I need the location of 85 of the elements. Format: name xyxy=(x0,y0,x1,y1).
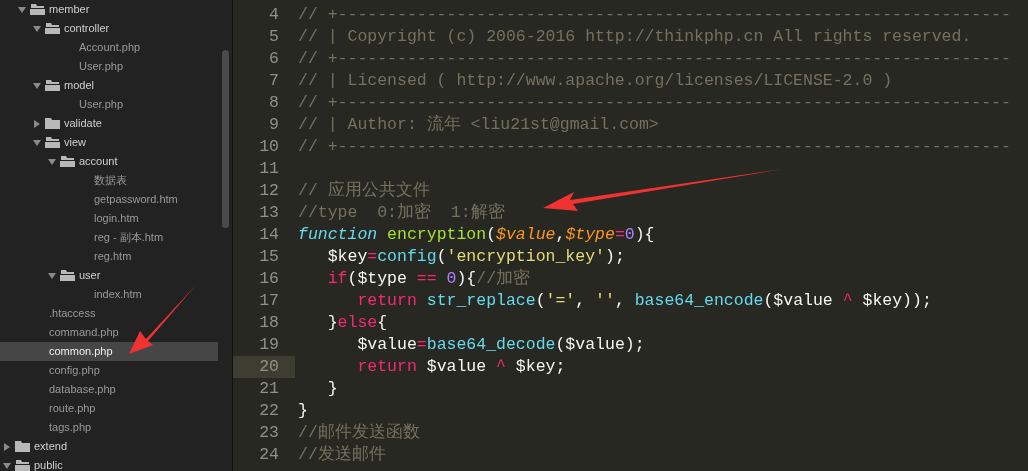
folder-name[interactable]: model xyxy=(64,77,94,94)
line-number: 4 xyxy=(269,3,279,26)
line-number: 13 xyxy=(259,201,279,224)
line-number: 12 xyxy=(259,179,279,202)
file-row[interactable]: login.htm xyxy=(0,209,218,228)
code-line: $value=base64_decode($value); xyxy=(356,333,645,356)
line-number: 10 xyxy=(259,135,279,158)
folder-name[interactable]: account xyxy=(79,153,118,170)
code-line: // +-------------------------------------------------------------------- xyxy=(298,91,1011,114)
file-row[interactable]: reg.htm xyxy=(0,247,218,266)
folder-name[interactable]: user xyxy=(79,267,101,284)
line-number: 5 xyxy=(269,25,279,48)
code-line: //邮件发送函数 xyxy=(298,421,420,444)
line-number: 16 xyxy=(259,267,279,290)
line-number: 14 xyxy=(259,223,279,246)
code-line: return str_replace('=', '', base64_encode($value ^ $key)); xyxy=(356,289,932,312)
file-row[interactable]: tags.php xyxy=(0,418,218,437)
line-number: 7 xyxy=(269,69,279,92)
code-line: // | Copyright (c) 2006-2016 http://thinkphp.cn All rights reserved. xyxy=(298,25,972,48)
open-folder-icon xyxy=(60,156,75,167)
scrollbar-thumb[interactable] xyxy=(222,50,229,228)
expanded-caret-icon[interactable] xyxy=(3,461,11,470)
file-row[interactable]: route.php xyxy=(0,399,218,418)
line-number: 22 xyxy=(259,399,279,422)
code-line: return $value ^ $key; xyxy=(356,355,566,378)
code-line: if($type == 0){//加密 xyxy=(326,267,531,290)
line-number: 24 xyxy=(259,443,279,466)
file-row[interactable]: Account.php xyxy=(0,38,218,57)
file-row[interactable]: common.php xyxy=(0,342,218,361)
file-row[interactable]: 数据表 xyxy=(0,171,218,190)
line-number: 23 xyxy=(259,421,279,444)
code-line: //type 0:加密 1:解密 xyxy=(298,201,505,224)
code-line: //发送邮件 xyxy=(298,443,386,466)
expanded-caret-icon[interactable] xyxy=(33,24,41,33)
open-folder-icon xyxy=(45,137,60,148)
code-line: // +-------------------------------------------------------------------- xyxy=(298,47,1011,70)
code-line: } xyxy=(298,399,308,422)
collapsed-caret-icon[interactable] xyxy=(33,119,41,128)
open-folder-icon xyxy=(45,23,60,34)
code-line: // +-------------------------------------------------------------------- xyxy=(298,3,1011,26)
expanded-caret-icon[interactable] xyxy=(48,271,56,280)
line-number: 9 xyxy=(269,113,279,136)
line-number: 11 xyxy=(259,157,279,180)
folder-name[interactable]: validate xyxy=(64,115,102,132)
code-line: // 应用公共文件 xyxy=(298,179,430,202)
folder-icon xyxy=(15,441,30,452)
expanded-caret-icon[interactable] xyxy=(18,5,26,14)
folder-name[interactable]: controller xyxy=(64,20,110,37)
folder-name[interactable]: member xyxy=(49,1,90,18)
code-line: // | Author: 流年 <liu21st@gmail.com> xyxy=(298,113,659,136)
code-line: // | Licensed ( http://www.apache.org/licenses/LICENSE-2.0 ) xyxy=(298,69,893,92)
open-folder-icon xyxy=(30,4,45,15)
file-row[interactable]: index.htm xyxy=(0,285,218,304)
expanded-caret-icon[interactable] xyxy=(33,138,41,147)
code-line: function encryption($value,$type=0){ xyxy=(298,223,655,246)
line-number: 21 xyxy=(259,377,279,400)
line-number: 15 xyxy=(259,245,279,268)
code-line: }else{ xyxy=(326,311,388,334)
line-number: 8 xyxy=(269,91,279,114)
folder-name[interactable]: view xyxy=(64,134,86,151)
expanded-caret-icon[interactable] xyxy=(33,81,41,90)
line-number: 18 xyxy=(259,311,279,334)
file-row[interactable]: database.php xyxy=(0,380,218,399)
file-row[interactable]: User.php xyxy=(0,95,218,114)
expanded-caret-icon[interactable] xyxy=(48,157,56,166)
file-row[interactable]: getpassword.htm xyxy=(0,190,218,209)
file-row[interactable]: command.php xyxy=(0,323,218,342)
collapsed-caret-icon[interactable] xyxy=(3,442,11,451)
open-folder-icon xyxy=(15,460,30,471)
code-line: } xyxy=(326,377,338,400)
file-row[interactable]: User.php xyxy=(0,57,218,76)
file-row[interactable]: reg - 副本.htm xyxy=(0,228,218,247)
line-number: 17 xyxy=(259,289,279,312)
folder-name[interactable]: extend xyxy=(34,438,68,455)
file-row[interactable]: .htaccess xyxy=(0,304,218,323)
code-line: $key=config('encryption_key'); xyxy=(326,245,625,268)
folder-name[interactable]: public xyxy=(34,457,63,471)
open-folder-icon xyxy=(45,80,60,91)
line-number: 20 xyxy=(259,355,279,378)
file-row[interactable]: config.php xyxy=(0,361,218,380)
line-number: 19 xyxy=(259,333,279,356)
line-number: 6 xyxy=(269,47,279,70)
code-line: // +-------------------------------------------------------------------- xyxy=(298,135,1011,158)
open-folder-icon xyxy=(60,270,75,281)
folder-icon xyxy=(45,118,60,129)
